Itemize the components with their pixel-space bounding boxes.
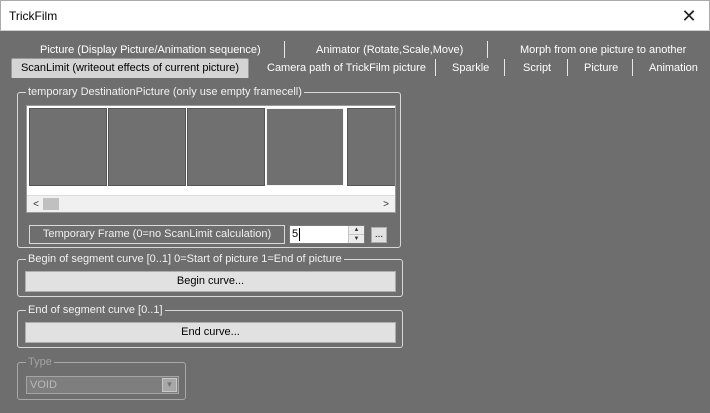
browse-button[interactable]: ...: [371, 227, 387, 243]
frame-strip[interactable]: < >: [26, 105, 396, 213]
tab-separator: [567, 59, 568, 76]
frame-cell[interactable]: [29, 108, 107, 186]
frame-cell[interactable]: [347, 108, 395, 186]
frame-cell[interactable]: [108, 108, 186, 186]
tab-scanlimit[interactable]: ScanLimit (writeout effects of current p…: [11, 58, 249, 78]
type-select[interactable]: VOID ▼: [26, 376, 179, 394]
temporary-frame-value[interactable]: 5: [292, 228, 298, 240]
tab-strip: Picture (Display Picture/Animation seque…: [0, 31, 710, 83]
tab-script[interactable]: Script: [523, 59, 551, 77]
horizontal-scrollbar[interactable]: < >: [27, 195, 395, 212]
tab-sparkle[interactable]: Sparkle: [452, 59, 489, 77]
close-icon[interactable]: ✕: [679, 6, 699, 26]
scroll-left-icon[interactable]: <: [29, 197, 43, 211]
tab-separator: [632, 59, 633, 76]
tab-camera-path[interactable]: Camera path of TrickFilm picture: [267, 59, 426, 77]
begin-curve-legend: Begin of segment curve [0..1] 0=Start of…: [26, 253, 344, 265]
end-curve-legend: End of segment curve [0..1]: [26, 304, 165, 316]
tab-picture[interactable]: Picture: [584, 59, 618, 77]
tab-animator[interactable]: Animator (Rotate,Scale,Move): [316, 41, 463, 59]
tab-animation[interactable]: Animation: [649, 59, 698, 77]
chevron-down-icon[interactable]: ▼: [162, 378, 177, 392]
tab-separator: [504, 59, 505, 76]
temporary-frame-spinner[interactable]: 5 ▲ ▼: [289, 225, 365, 244]
triangle-up-icon[interactable]: ▲: [349, 226, 364, 235]
destination-picture-legend: temporary DestinationPicture (only use e…: [26, 86, 304, 98]
type-selected-value: VOID: [30, 379, 57, 391]
destination-picture-group: temporary DestinationPicture (only use e…: [17, 86, 401, 248]
tab-separator: [487, 41, 488, 58]
scroll-thumb[interactable]: [43, 198, 59, 210]
end-curve-group: End of segment curve [0..1] End curve...: [17, 304, 403, 348]
frame-cell[interactable]: [187, 108, 265, 186]
frame-cell-selected[interactable]: [266, 108, 344, 186]
tab-separator: [284, 41, 285, 58]
end-curve-button[interactable]: End curve...: [25, 322, 396, 343]
tab-morph[interactable]: Morph from one picture to another: [520, 41, 686, 59]
type-group: Type VOID ▼: [17, 356, 186, 400]
tab-picture-display[interactable]: Picture (Display Picture/Animation seque…: [40, 41, 261, 59]
spinner-buttons[interactable]: ▲ ▼: [348, 226, 364, 243]
temporary-frame-label: Temporary Frame (0=no ScanLimit calculat…: [29, 225, 285, 244]
text-caret: [299, 228, 300, 241]
window-title: TrickFilm: [9, 9, 58, 23]
tab-separator: [435, 59, 436, 76]
begin-curve-button[interactable]: Begin curve...: [25, 271, 396, 292]
scroll-right-icon[interactable]: >: [379, 197, 393, 211]
begin-curve-group: Begin of segment curve [0..1] 0=Start of…: [17, 253, 403, 297]
triangle-down-icon[interactable]: ▼: [349, 235, 364, 243]
type-legend: Type: [26, 356, 54, 368]
title-bar: TrickFilm ✕: [0, 0, 710, 31]
